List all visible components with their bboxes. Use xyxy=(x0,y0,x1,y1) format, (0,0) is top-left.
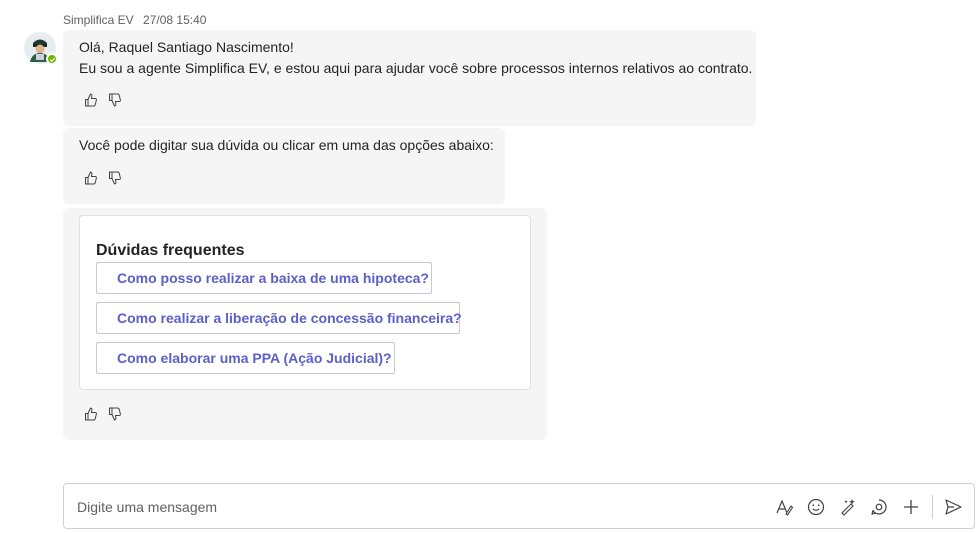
message-header: Simplifica EV 27/08 15:40 xyxy=(63,13,206,27)
sender-name: Simplifica EV xyxy=(63,13,134,27)
message-timestamp: 27/08 15:40 xyxy=(143,13,207,27)
loop-icon[interactable] xyxy=(869,497,889,517)
card-title: Dúvidas frequentes xyxy=(96,242,245,259)
copilot-icon[interactable] xyxy=(838,497,858,517)
greeting-text: Olá, Raquel Santiago Nascimento! Eu sou … xyxy=(79,37,752,79)
reaction-bar xyxy=(83,170,123,186)
greeting-line-1: Olá, Raquel Santiago Nascimento! xyxy=(79,39,294,55)
thumbs-up-icon[interactable] xyxy=(83,170,99,186)
send-icon[interactable] xyxy=(943,497,963,517)
reaction-bar xyxy=(83,92,123,108)
message-input[interactable] xyxy=(77,496,757,518)
presence-available-icon xyxy=(46,53,58,65)
message-bubble-instructions: Você pode digitar sua dúvida ou clicar e… xyxy=(63,128,505,204)
greeting-line-2: Eu sou a agente Simplifica EV, e estou a… xyxy=(79,60,753,76)
emoji-icon[interactable] xyxy=(806,497,826,517)
composer-divider xyxy=(932,495,933,519)
faq-option-ppa-button[interactable]: Como elaborar uma PPA (Ação Judicial)? xyxy=(96,342,395,374)
message-bubble-card: Dúvidas frequentes Como posso realizar a… xyxy=(63,208,547,440)
thumbs-down-icon[interactable] xyxy=(107,92,123,108)
thumbs-up-icon[interactable] xyxy=(83,406,99,422)
format-icon[interactable] xyxy=(774,497,794,517)
bot-avatar[interactable] xyxy=(24,32,58,65)
instructions-text: Você pode digitar sua dúvida ou clicar e… xyxy=(79,137,494,153)
faq-option-concessao-button[interactable]: Como realizar a liberação de concessão f… xyxy=(96,302,462,334)
reaction-bar xyxy=(83,406,123,422)
thumbs-down-icon[interactable] xyxy=(107,170,123,186)
faq-option-hipoteca-button[interactable]: Como posso realizar a baixa de uma hipot… xyxy=(96,262,432,294)
add-icon[interactable] xyxy=(901,497,921,517)
adaptive-card: Dúvidas frequentes Como posso realizar a… xyxy=(79,215,531,390)
thumbs-down-icon[interactable] xyxy=(107,406,123,422)
thumbs-up-icon[interactable] xyxy=(83,92,99,108)
message-composer xyxy=(63,483,975,529)
message-bubble-greeting: Olá, Raquel Santiago Nascimento! Eu sou … xyxy=(63,30,756,126)
